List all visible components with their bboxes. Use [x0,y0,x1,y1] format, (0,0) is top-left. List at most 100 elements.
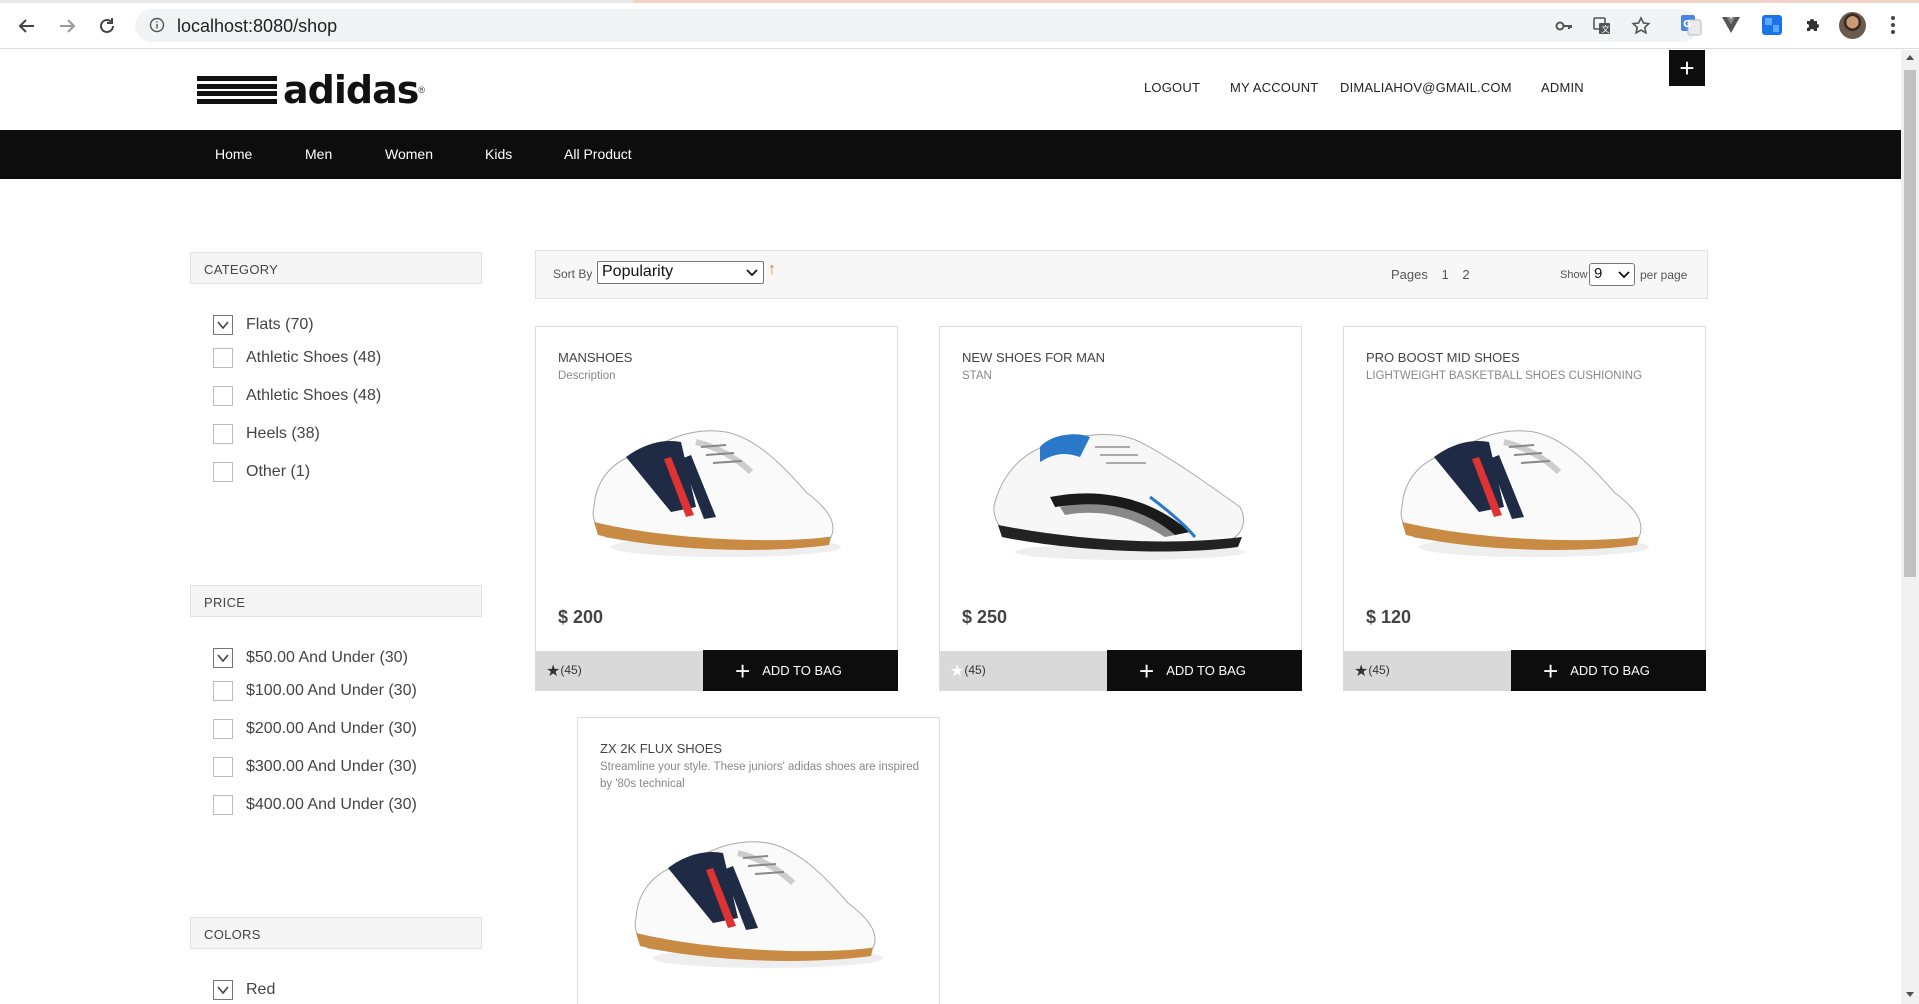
page-link-2[interactable]: 2 [1462,267,1469,282]
product-card[interactable]: ZX 2K FLUX SHOES Streamline your style. … [577,717,940,1004]
product-image[interactable] [1384,397,1664,567]
plus-icon: + [1679,53,1695,83]
checkbox-checked[interactable] [213,648,233,668]
checkbox[interactable] [213,681,233,701]
rating-box[interactable]: ★(45) [940,651,1107,691]
sort-direction-icon[interactable]: ↑ [768,261,776,279]
bookmark-star-icon[interactable] [1630,15,1652,37]
price-filter-300[interactable]: $300.00 And Under (30) [213,755,417,779]
nav-item-men[interactable]: Men [305,146,332,162]
product-name[interactable]: NEW SHOES FOR MAN [962,350,1105,365]
forward-button[interactable] [54,13,80,39]
checkmark-icon [217,654,229,663]
price-filter-100[interactable]: $100.00 And Under (30) [213,679,417,703]
add-to-bag-label: ADD TO BAG [762,663,842,678]
category-filter-flats[interactable]: Flats (70) [213,313,314,337]
extensions-puzzle-icon[interactable] [1800,12,1826,38]
category-filter-other[interactable]: Other (1) [213,460,310,484]
add-to-bag-label: ADD TO BAG [1166,663,1246,678]
nav-item-kids[interactable]: Kids [485,146,512,162]
price-filter-400[interactable]: $400.00 And Under (30) [213,793,417,817]
checkbox[interactable] [213,795,233,815]
price-filter-200[interactable]: $200.00 And Under (30) [213,717,417,741]
filter-label: $300.00 And Under (30) [246,758,417,775]
per-page-select[interactable]: 9 [1589,263,1635,286]
product-description: STAN [962,370,992,382]
colors-header: COLORS [190,917,482,949]
sort-by-label: Sort By [553,267,593,281]
chevron-down-icon [1618,271,1630,279]
add-to-bag-button[interactable]: + ADD TO BAG [1107,650,1302,691]
product-image[interactable] [980,397,1260,567]
rating-box[interactable]: ★(45) [536,651,703,691]
category-filter-athletic-shoes-2[interactable]: Athletic Shoes (48) [213,384,381,408]
category-filter-athletic-shoes[interactable]: Athletic Shoes (48) [213,346,381,370]
rating-count: (45) [1368,663,1390,677]
checkbox-checked[interactable] [213,980,233,1000]
filter-label: $400.00 And Under (30) [246,796,417,813]
back-button[interactable] [14,13,40,39]
adidas-logo[interactable]: adidas ® [197,70,425,110]
add-to-bag-label: ADD TO BAG [1570,663,1650,678]
checkmark-icon [217,986,229,995]
price-filter-50[interactable]: $50.00 And Under (30) [213,646,408,670]
vue-devtools-icon[interactable] [1718,12,1744,38]
url-text[interactable]: localhost:8080/shop [177,16,337,37]
page-scrollbar[interactable] [1901,50,1919,1004]
pages-label: Pages [1391,267,1428,282]
checkbox[interactable] [213,719,233,739]
checkbox[interactable] [213,462,233,482]
product-card[interactable]: PRO BOOST MID SHOES LIGHTWEIGHT BASKETBA… [1343,326,1706,691]
star-filled-icon: ★ [546,663,561,680]
translate-icon[interactable]: 文 [1591,15,1613,37]
scrollbar-thumb[interactable] [1904,70,1916,577]
product-name[interactable]: ZX 2K FLUX SHOES [600,741,722,756]
key-icon[interactable] [1553,15,1575,37]
checkbox[interactable] [213,386,233,406]
product-name[interactable]: MANSHOES [558,350,632,365]
add-to-bag-button[interactable]: + ADD TO BAG [703,650,898,691]
pagination: Pages 1 2 [1391,267,1480,282]
address-bar[interactable]: localhost:8080/shop 文 [135,9,1698,42]
menu-kebab-icon[interactable] [1880,12,1906,38]
nav-item-all-product[interactable]: All Product [564,146,632,162]
sort-value: Popularity [602,263,674,280]
product-description: LIGHTWEIGHT BASKETBALL SHOES CUSHIONING [1366,370,1643,382]
rating-count: (45) [560,663,582,677]
scroll-down-icon[interactable] [1906,992,1914,997]
blue-extension-icon[interactable] [1759,12,1785,38]
show-label: Show [1560,269,1588,281]
product-card[interactable]: MANSHOES Description $ 200 ★(45) + ADD TO… [535,326,898,691]
logout-link[interactable]: LOGOUT [1144,80,1200,95]
filter-label: Heels (38) [246,425,320,442]
product-card[interactable]: NEW SHOES FOR MAN STAN $ 250 ★(45) + ADD … [939,326,1302,691]
checkbox[interactable] [213,757,233,777]
color-filter-red[interactable]: Red [213,978,275,1002]
reload-button[interactable] [94,13,120,39]
add-to-bag-button[interactable]: + ADD TO BAG [1511,650,1706,691]
page-link-1[interactable]: 1 [1442,267,1449,282]
tab-strip-edge [0,0,1919,3]
google-translate-extension-icon[interactable]: G [1678,12,1704,38]
profile-avatar[interactable] [1839,12,1866,39]
product-image[interactable] [618,808,898,978]
admin-link[interactable]: ADMIN [1541,80,1584,95]
category-filter-heels[interactable]: Heels (38) [213,422,320,446]
scroll-up-icon[interactable] [1906,55,1914,60]
checkbox[interactable] [213,424,233,444]
add-button[interactable]: + [1669,50,1705,86]
product-name[interactable]: PRO BOOST MID SHOES [1366,350,1520,365]
user-email-link[interactable]: DIMALIAHOV@GMAIL.COM [1340,80,1512,95]
product-image[interactable] [576,397,856,567]
nav-item-home[interactable]: Home [215,146,252,162]
filter-label: Red [246,981,276,998]
sort-select[interactable]: Popularity [597,261,764,284]
my-account-link[interactable]: MY ACCOUNT [1230,80,1318,95]
checkbox[interactable] [213,348,233,368]
filter-label: $100.00 And Under (30) [246,682,417,699]
info-icon[interactable] [149,17,165,33]
shop-page: adidas ® LOGOUT MY ACCOUNT DIMALIAHOV@GMA… [0,50,1901,1004]
nav-item-women[interactable]: Women [385,146,433,162]
checkbox-checked[interactable] [213,315,233,335]
rating-box[interactable]: ★(45) [1344,651,1511,691]
